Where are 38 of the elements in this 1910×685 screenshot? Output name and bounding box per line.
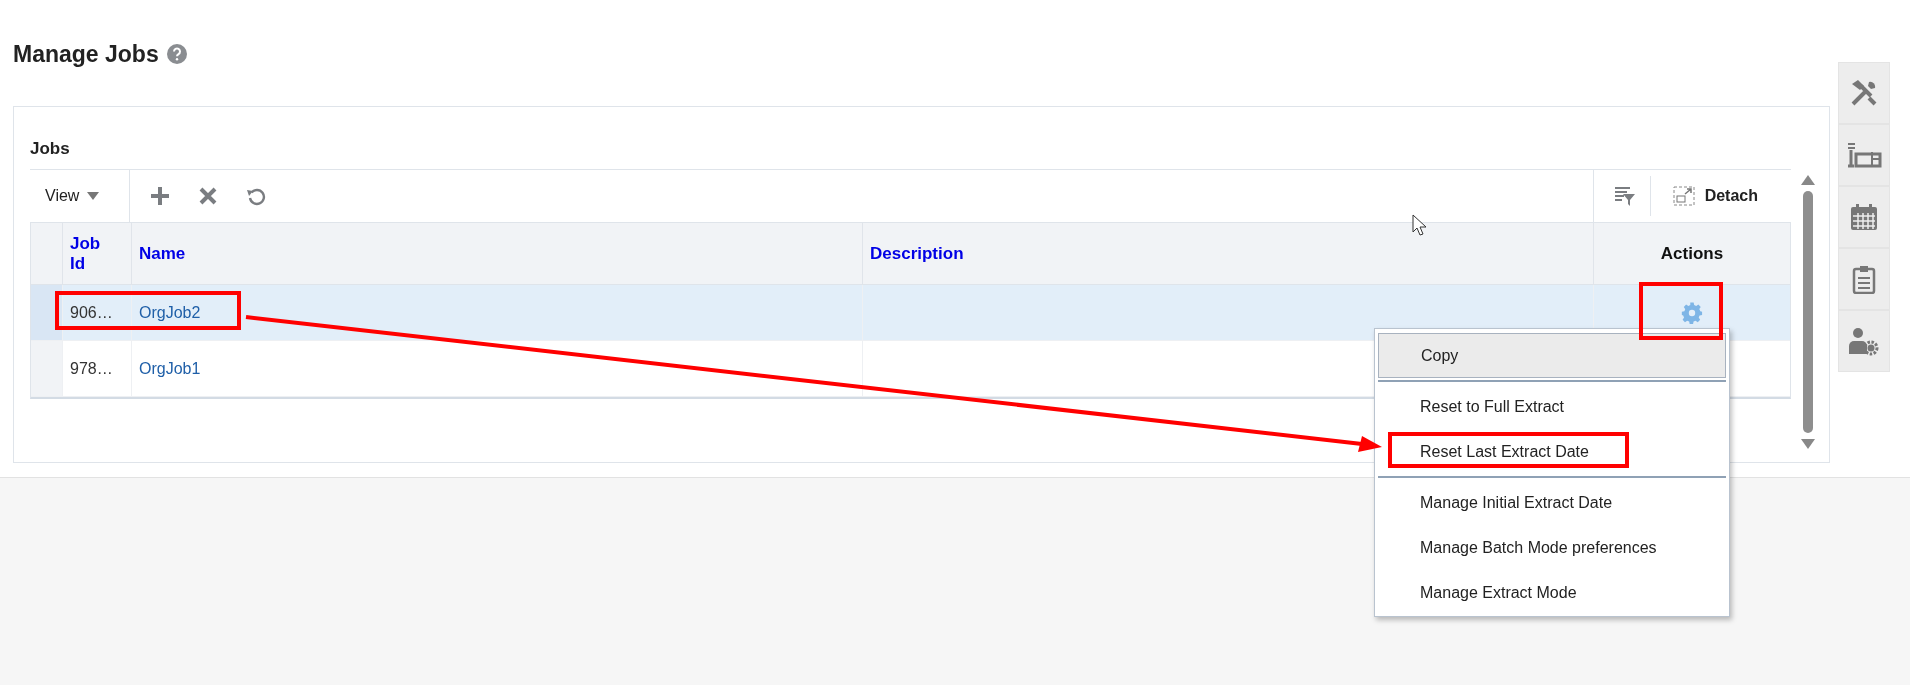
- layout-button[interactable]: [1838, 124, 1890, 186]
- user-gear-icon: [1848, 326, 1880, 356]
- tools-icon: [1849, 78, 1879, 108]
- column-header[interactable]: Description: [870, 243, 964, 264]
- column-header[interactable]: Name: [139, 243, 186, 264]
- calendar-button[interactable]: [1838, 186, 1890, 248]
- delete-icon[interactable]: [198, 186, 218, 206]
- view-menu-button[interactable]: View: [30, 170, 130, 222]
- menu-item[interactable]: Manage Extract Mode: [1378, 570, 1726, 615]
- calendar-icon: [1849, 202, 1879, 232]
- menu-item[interactable]: Reset Last Extract Date: [1378, 429, 1726, 474]
- scroll-down-icon[interactable]: [1801, 439, 1815, 449]
- refresh-icon[interactable]: [246, 186, 266, 206]
- help-icon[interactable]: [166, 44, 187, 64]
- layout-icon: [1846, 140, 1882, 170]
- table-row[interactable]: 906… OrgJob2: [31, 285, 1790, 341]
- job-id-cell: 906…: [70, 303, 113, 322]
- tools-button[interactable]: [1838, 62, 1890, 124]
- detach-icon: [1672, 186, 1695, 206]
- scroll-up-icon[interactable]: [1801, 175, 1815, 185]
- detach-button[interactable]: Detach: [1649, 176, 1791, 216]
- job-name-link[interactable]: OrgJob1: [139, 359, 201, 378]
- filter-icon[interactable]: [1613, 186, 1636, 206]
- clipboard-button[interactable]: [1838, 248, 1890, 310]
- job-id-cell: 978…: [70, 359, 113, 378]
- page-title: Manage Jobs: [13, 40, 159, 68]
- menu-item[interactable]: Manage Initial Extract Date: [1378, 480, 1726, 525]
- panel-title: Jobs: [30, 138, 71, 160]
- caret-icon: [87, 192, 100, 200]
- column-header[interactable]: Job Id: [70, 233, 110, 274]
- add-icon[interactable]: [150, 186, 170, 206]
- scrollbar-thumb[interactable]: [1803, 191, 1813, 433]
- column-header[interactable]: Actions: [1660, 243, 1724, 264]
- user-settings-button[interactable]: [1838, 310, 1890, 372]
- menu-item[interactable]: Copy: [1378, 333, 1726, 378]
- pointer-icon: [1412, 214, 1426, 236]
- menu-item[interactable]: Manage Batch Mode preferences: [1378, 525, 1726, 570]
- job-name-link[interactable]: OrgJob2: [139, 303, 201, 322]
